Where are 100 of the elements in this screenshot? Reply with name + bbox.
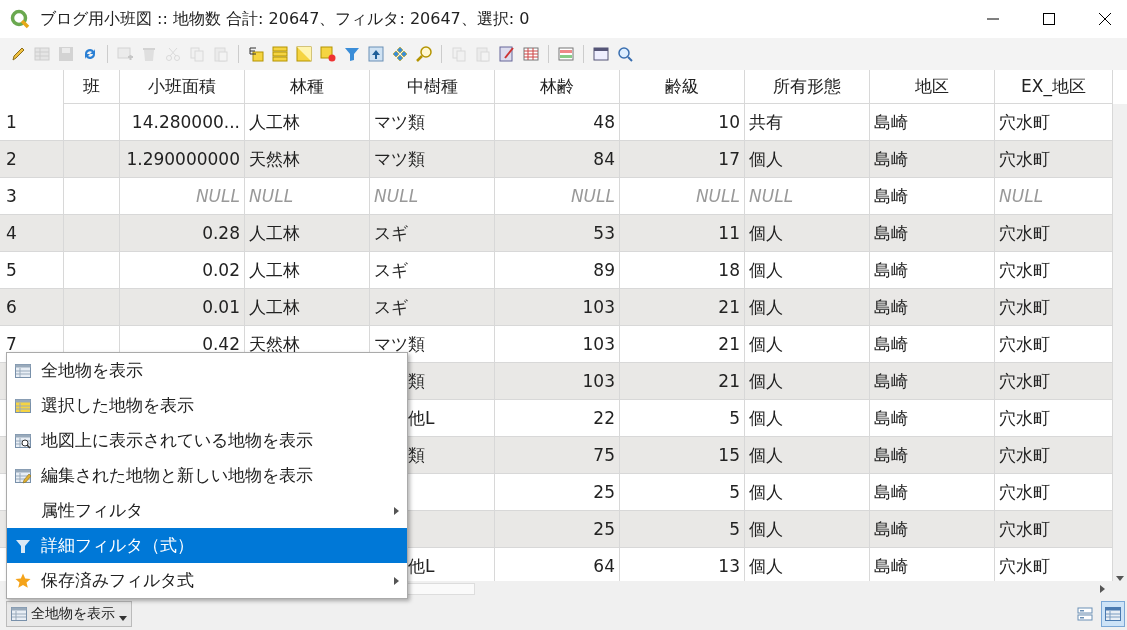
row-number: 2 xyxy=(6,149,17,169)
row-number: 3 xyxy=(6,186,17,206)
conditional-format-icon[interactable] xyxy=(558,46,574,62)
table-row[interactable]: 4 0.28 人工林 スギ 53 11 個人 島崎 穴水町 xyxy=(0,215,1113,252)
table-cell: NULL xyxy=(245,178,370,214)
scroll-down-arrow-icon[interactable] xyxy=(1116,576,1124,581)
table-cell: NULL xyxy=(745,178,870,214)
table-cell: 103 xyxy=(495,363,620,399)
table-icon[interactable] xyxy=(523,46,539,62)
table-cell: 103 xyxy=(495,289,620,325)
table-cell: 島崎 xyxy=(870,511,995,547)
table-view-button[interactable] xyxy=(1101,601,1125,627)
pan-icon[interactable] xyxy=(392,46,408,62)
table-cell: NULL xyxy=(620,178,745,214)
table-cell: NULL xyxy=(120,178,245,214)
table-cell: 島崎 xyxy=(870,400,995,436)
table-cell: 個人 xyxy=(745,141,870,177)
column-header[interactable]: 林齢 xyxy=(495,70,620,104)
table-cell: 14.280000... xyxy=(120,104,245,140)
column-header[interactable]: 中樹種 xyxy=(370,70,495,104)
table-cell: 人工林 xyxy=(245,215,370,251)
table-cell: 人工林 xyxy=(245,289,370,325)
table-cell: 島崎 xyxy=(870,141,995,177)
table-cell: 21 xyxy=(620,326,745,362)
row-number: 4 xyxy=(6,223,17,243)
scroll-right-arrow-icon[interactable] xyxy=(1100,585,1105,593)
table-cell: 48 xyxy=(495,104,620,140)
table-icon xyxy=(11,606,27,622)
table-cell: 個人 xyxy=(745,437,870,473)
table-cell: 1.290000000 xyxy=(120,141,245,177)
table-row[interactable]: 6 0.01 人工林 スギ 103 21 個人 島崎 穴水町 xyxy=(0,289,1113,326)
table-cell: マツ類 xyxy=(370,141,495,177)
window-icon[interactable] xyxy=(593,46,609,62)
maximize-icon[interactable] xyxy=(1043,13,1055,25)
invert-selection-icon[interactable] xyxy=(296,46,312,62)
table-icon xyxy=(1105,606,1121,622)
column-header[interactable]: EX_地区 xyxy=(995,70,1113,104)
table-cell: 0.02 xyxy=(120,252,245,288)
table-edit-icon xyxy=(15,467,31,484)
table-cell: マツ類 xyxy=(370,104,495,140)
table-cell: 島崎 xyxy=(870,215,995,251)
table-icon xyxy=(15,362,31,379)
select-all-icon[interactable] xyxy=(272,46,288,62)
table-cell: スギ xyxy=(370,215,495,251)
star-icon xyxy=(15,572,31,589)
table-cell: 18 xyxy=(620,252,745,288)
table-search-icon xyxy=(15,432,31,449)
column-header[interactable]: 林種 xyxy=(245,70,370,104)
row-number: 7 xyxy=(6,334,17,354)
table-cell: 天然林 xyxy=(245,141,370,177)
deselect-icon[interactable] xyxy=(320,46,336,62)
column-header[interactable]: 小班面積 xyxy=(120,70,245,104)
table-cell: 人工林 xyxy=(245,104,370,140)
table-cell: スギ xyxy=(370,289,495,325)
table-cell: 25 xyxy=(495,511,620,547)
filter-icon[interactable] xyxy=(344,46,360,62)
column-header[interactable]: 所有形態 xyxy=(745,70,870,104)
filter-dropdown-button[interactable]: 全地物を表示 xyxy=(6,601,132,627)
column-header[interactable]: 班 xyxy=(64,70,120,104)
table-cell: 島崎 xyxy=(870,289,995,325)
table-cell: 21 xyxy=(620,289,745,325)
column-header[interactable]: 地区 xyxy=(870,70,995,104)
caret-icon xyxy=(119,615,127,621)
table-cell: 10 xyxy=(620,104,745,140)
table-cell: NULL xyxy=(495,178,620,214)
move-to-top-icon[interactable] xyxy=(368,46,384,62)
table-icon xyxy=(15,397,31,414)
menu-item[interactable]: 詳細フィルタ（式） xyxy=(7,528,407,563)
zoom-icon[interactable] xyxy=(416,46,432,62)
table-cell: 個人 xyxy=(745,511,870,547)
filter-icon xyxy=(15,537,31,554)
table-cell: 21 xyxy=(620,363,745,399)
column-header[interactable]: 齢級 xyxy=(620,70,745,104)
table-cell: 島崎 xyxy=(870,252,995,288)
close-icon[interactable] xyxy=(1099,13,1111,25)
table-cell: 11 xyxy=(620,215,745,251)
form-icon xyxy=(1077,606,1093,622)
table-cell: 島崎 xyxy=(870,474,995,510)
expression-icon[interactable] xyxy=(248,46,264,62)
pencil-icon[interactable] xyxy=(10,46,26,62)
table-cell: 個人 xyxy=(745,215,870,251)
table-cell: 22 xyxy=(495,400,620,436)
logo-icon xyxy=(10,9,30,29)
table-cell: 共有 xyxy=(745,104,870,140)
refresh-icon[interactable] xyxy=(82,46,98,62)
row-number: 1 xyxy=(6,112,17,132)
table-cell: スギ xyxy=(370,252,495,288)
table-cell: 5 xyxy=(620,400,745,436)
table-row[interactable]: 2 1.290000000 天然林 マツ類 84 17 個人 島崎 穴水町 xyxy=(0,141,1113,178)
table-cell: 個人 xyxy=(745,363,870,399)
table-cell: 103 xyxy=(495,326,620,362)
row-number: 6 xyxy=(6,297,17,317)
table-cell: 人工林 xyxy=(245,252,370,288)
table-cell: 島崎 xyxy=(870,178,995,214)
field-calculator-icon[interactable] xyxy=(499,46,515,62)
table-cell: NULL xyxy=(370,178,495,214)
table-cell: 53 xyxy=(495,215,620,251)
table-cell: 75 xyxy=(495,437,620,473)
table-cell: 島崎 xyxy=(870,326,995,362)
table-cell: 個人 xyxy=(745,400,870,436)
